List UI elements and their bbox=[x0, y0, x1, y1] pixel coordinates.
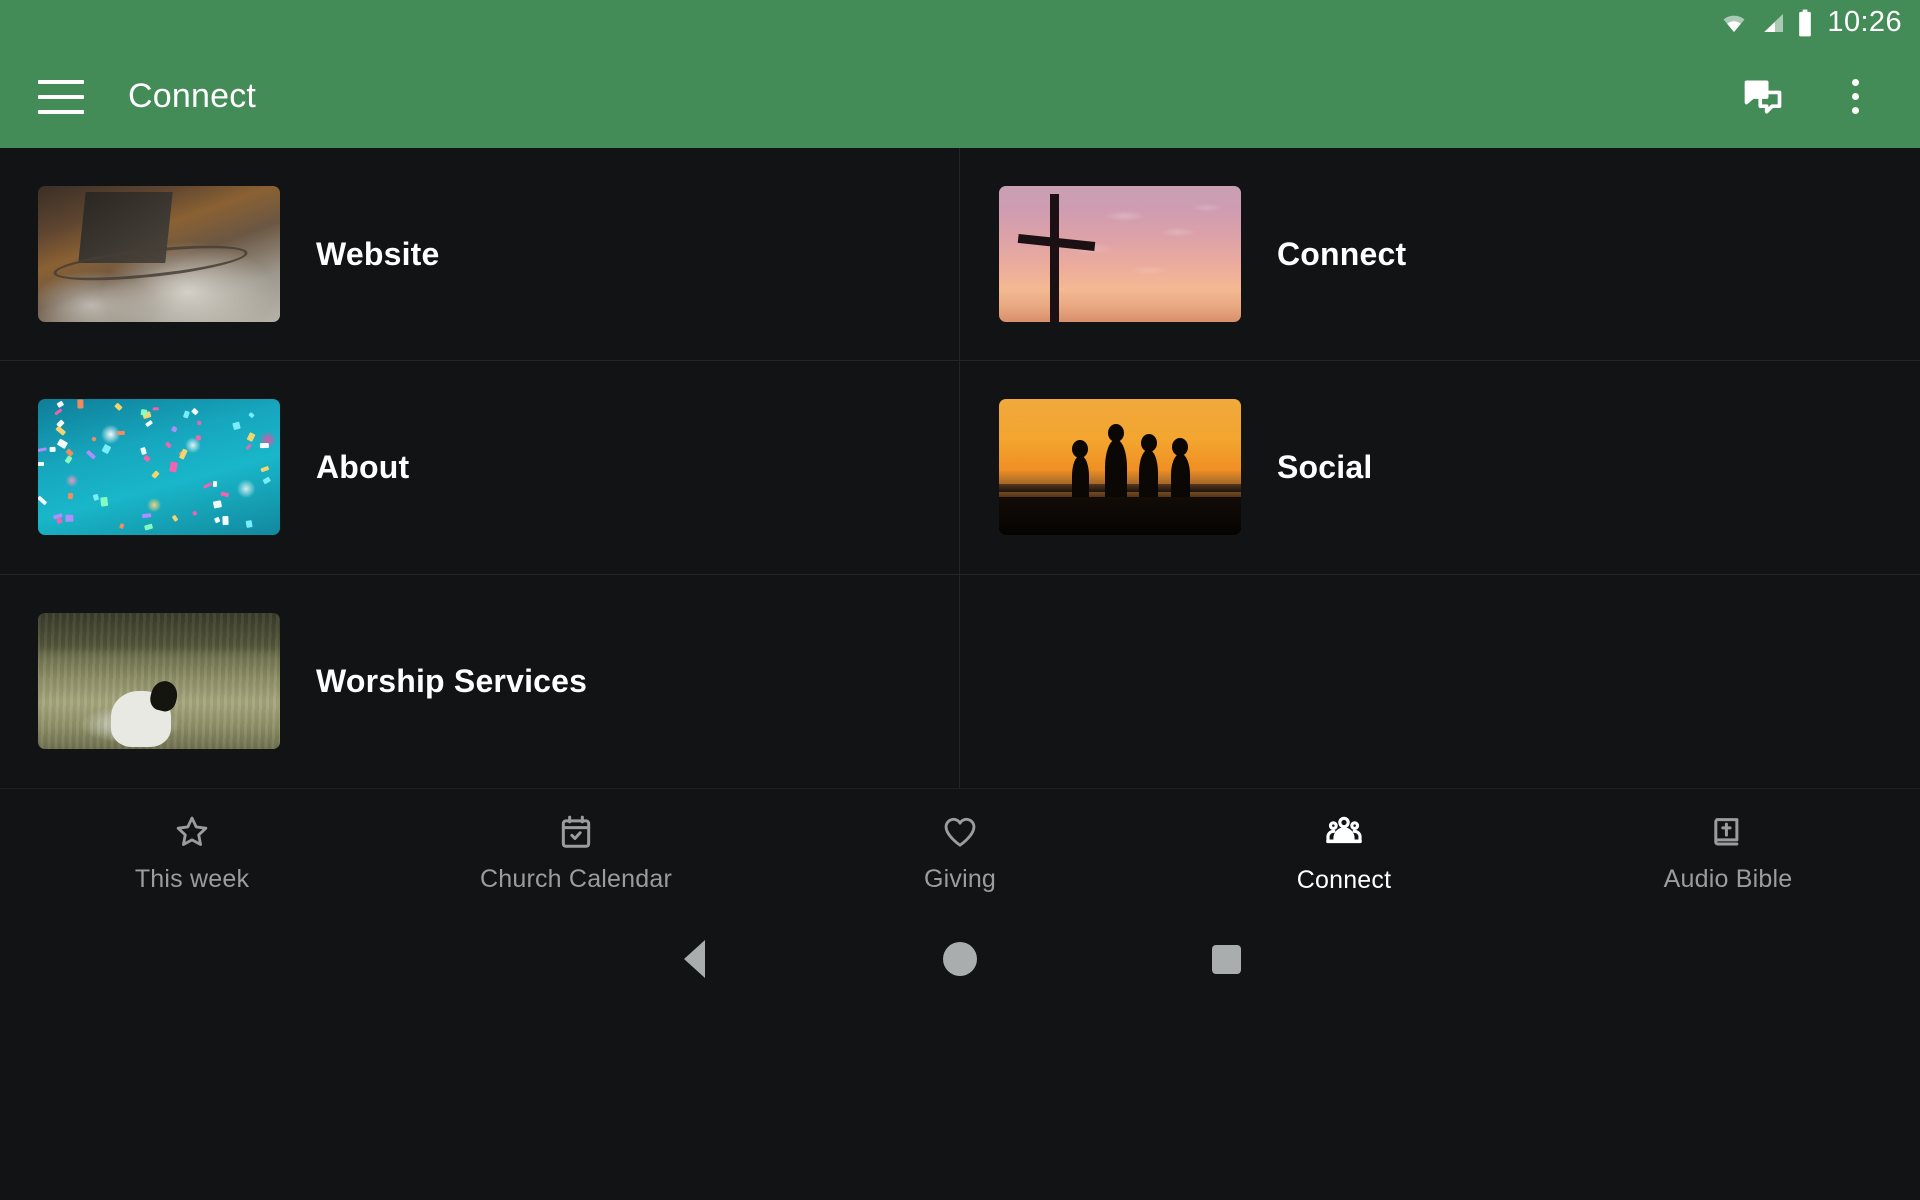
grid-item-connect[interactable]: Connect bbox=[960, 148, 1920, 362]
people-group-icon bbox=[1324, 812, 1364, 852]
grid-item-label: About bbox=[316, 448, 410, 485]
status-bar-clock: 10:26 bbox=[1827, 6, 1902, 38]
app-bar: Connect bbox=[0, 45, 1920, 148]
overflow-menu-icon[interactable] bbox=[1824, 66, 1886, 128]
home-circle-icon[interactable] bbox=[827, 942, 1093, 976]
tab-label: Church Calendar bbox=[480, 865, 672, 893]
worship-services-thumbnail bbox=[38, 613, 280, 750]
bottom-navigation: This week Church Calendar Giving Connect… bbox=[0, 788, 1920, 918]
grid-empty-cell bbox=[960, 575, 1920, 788]
tab-audio-bible[interactable]: Audio Bible bbox=[1536, 789, 1920, 918]
grid-item-worship-services[interactable]: Worship Services bbox=[0, 574, 960, 788]
tab-label: This week bbox=[134, 865, 250, 893]
grid-item-website[interactable]: Website bbox=[0, 148, 960, 362]
bible-book-icon bbox=[1709, 813, 1747, 851]
website-thumbnail bbox=[38, 186, 280, 323]
grid-item-label: Worship Services bbox=[316, 662, 588, 699]
android-system-navigation bbox=[0, 918, 1920, 1000]
battery-icon bbox=[1797, 9, 1813, 37]
social-thumbnail bbox=[999, 399, 1241, 536]
hamburger-menu-icon[interactable] bbox=[38, 79, 84, 114]
connect-grid: Website Connect About Social Worship Ser… bbox=[0, 148, 1920, 788]
grid-item-social[interactable]: Social bbox=[960, 361, 1920, 575]
star-outline-icon bbox=[173, 813, 211, 851]
page-title: Connect bbox=[128, 77, 257, 115]
calendar-check-icon bbox=[557, 813, 595, 851]
tab-label: Giving bbox=[923, 865, 997, 893]
app-bar-actions bbox=[1732, 66, 1886, 128]
heart-outline-icon bbox=[941, 813, 979, 851]
tab-connect[interactable]: Connect bbox=[1152, 789, 1536, 918]
grid-item-label: Connect bbox=[1277, 235, 1407, 272]
recents-square-icon[interactable] bbox=[1093, 944, 1359, 974]
about-thumbnail bbox=[38, 399, 280, 536]
tab-label: Audio Bible bbox=[1663, 865, 1793, 893]
back-triangle-icon[interactable] bbox=[561, 940, 827, 978]
wifi-icon bbox=[1719, 11, 1749, 35]
chat-bubbles-icon[interactable] bbox=[1732, 66, 1794, 128]
status-bar: 10:26 bbox=[0, 0, 1920, 45]
connect-thumbnail bbox=[999, 186, 1241, 323]
tab-church-calendar[interactable]: Church Calendar bbox=[384, 789, 768, 918]
tab-this-week[interactable]: This week bbox=[0, 789, 384, 918]
cellular-signal-icon bbox=[1759, 11, 1787, 35]
grid-item-label: Website bbox=[316, 235, 440, 272]
grid-item-about[interactable]: About bbox=[0, 361, 960, 575]
tab-giving[interactable]: Giving bbox=[768, 789, 1152, 918]
grid-item-label: Social bbox=[1277, 448, 1373, 485]
tab-label: Connect bbox=[1296, 866, 1392, 894]
